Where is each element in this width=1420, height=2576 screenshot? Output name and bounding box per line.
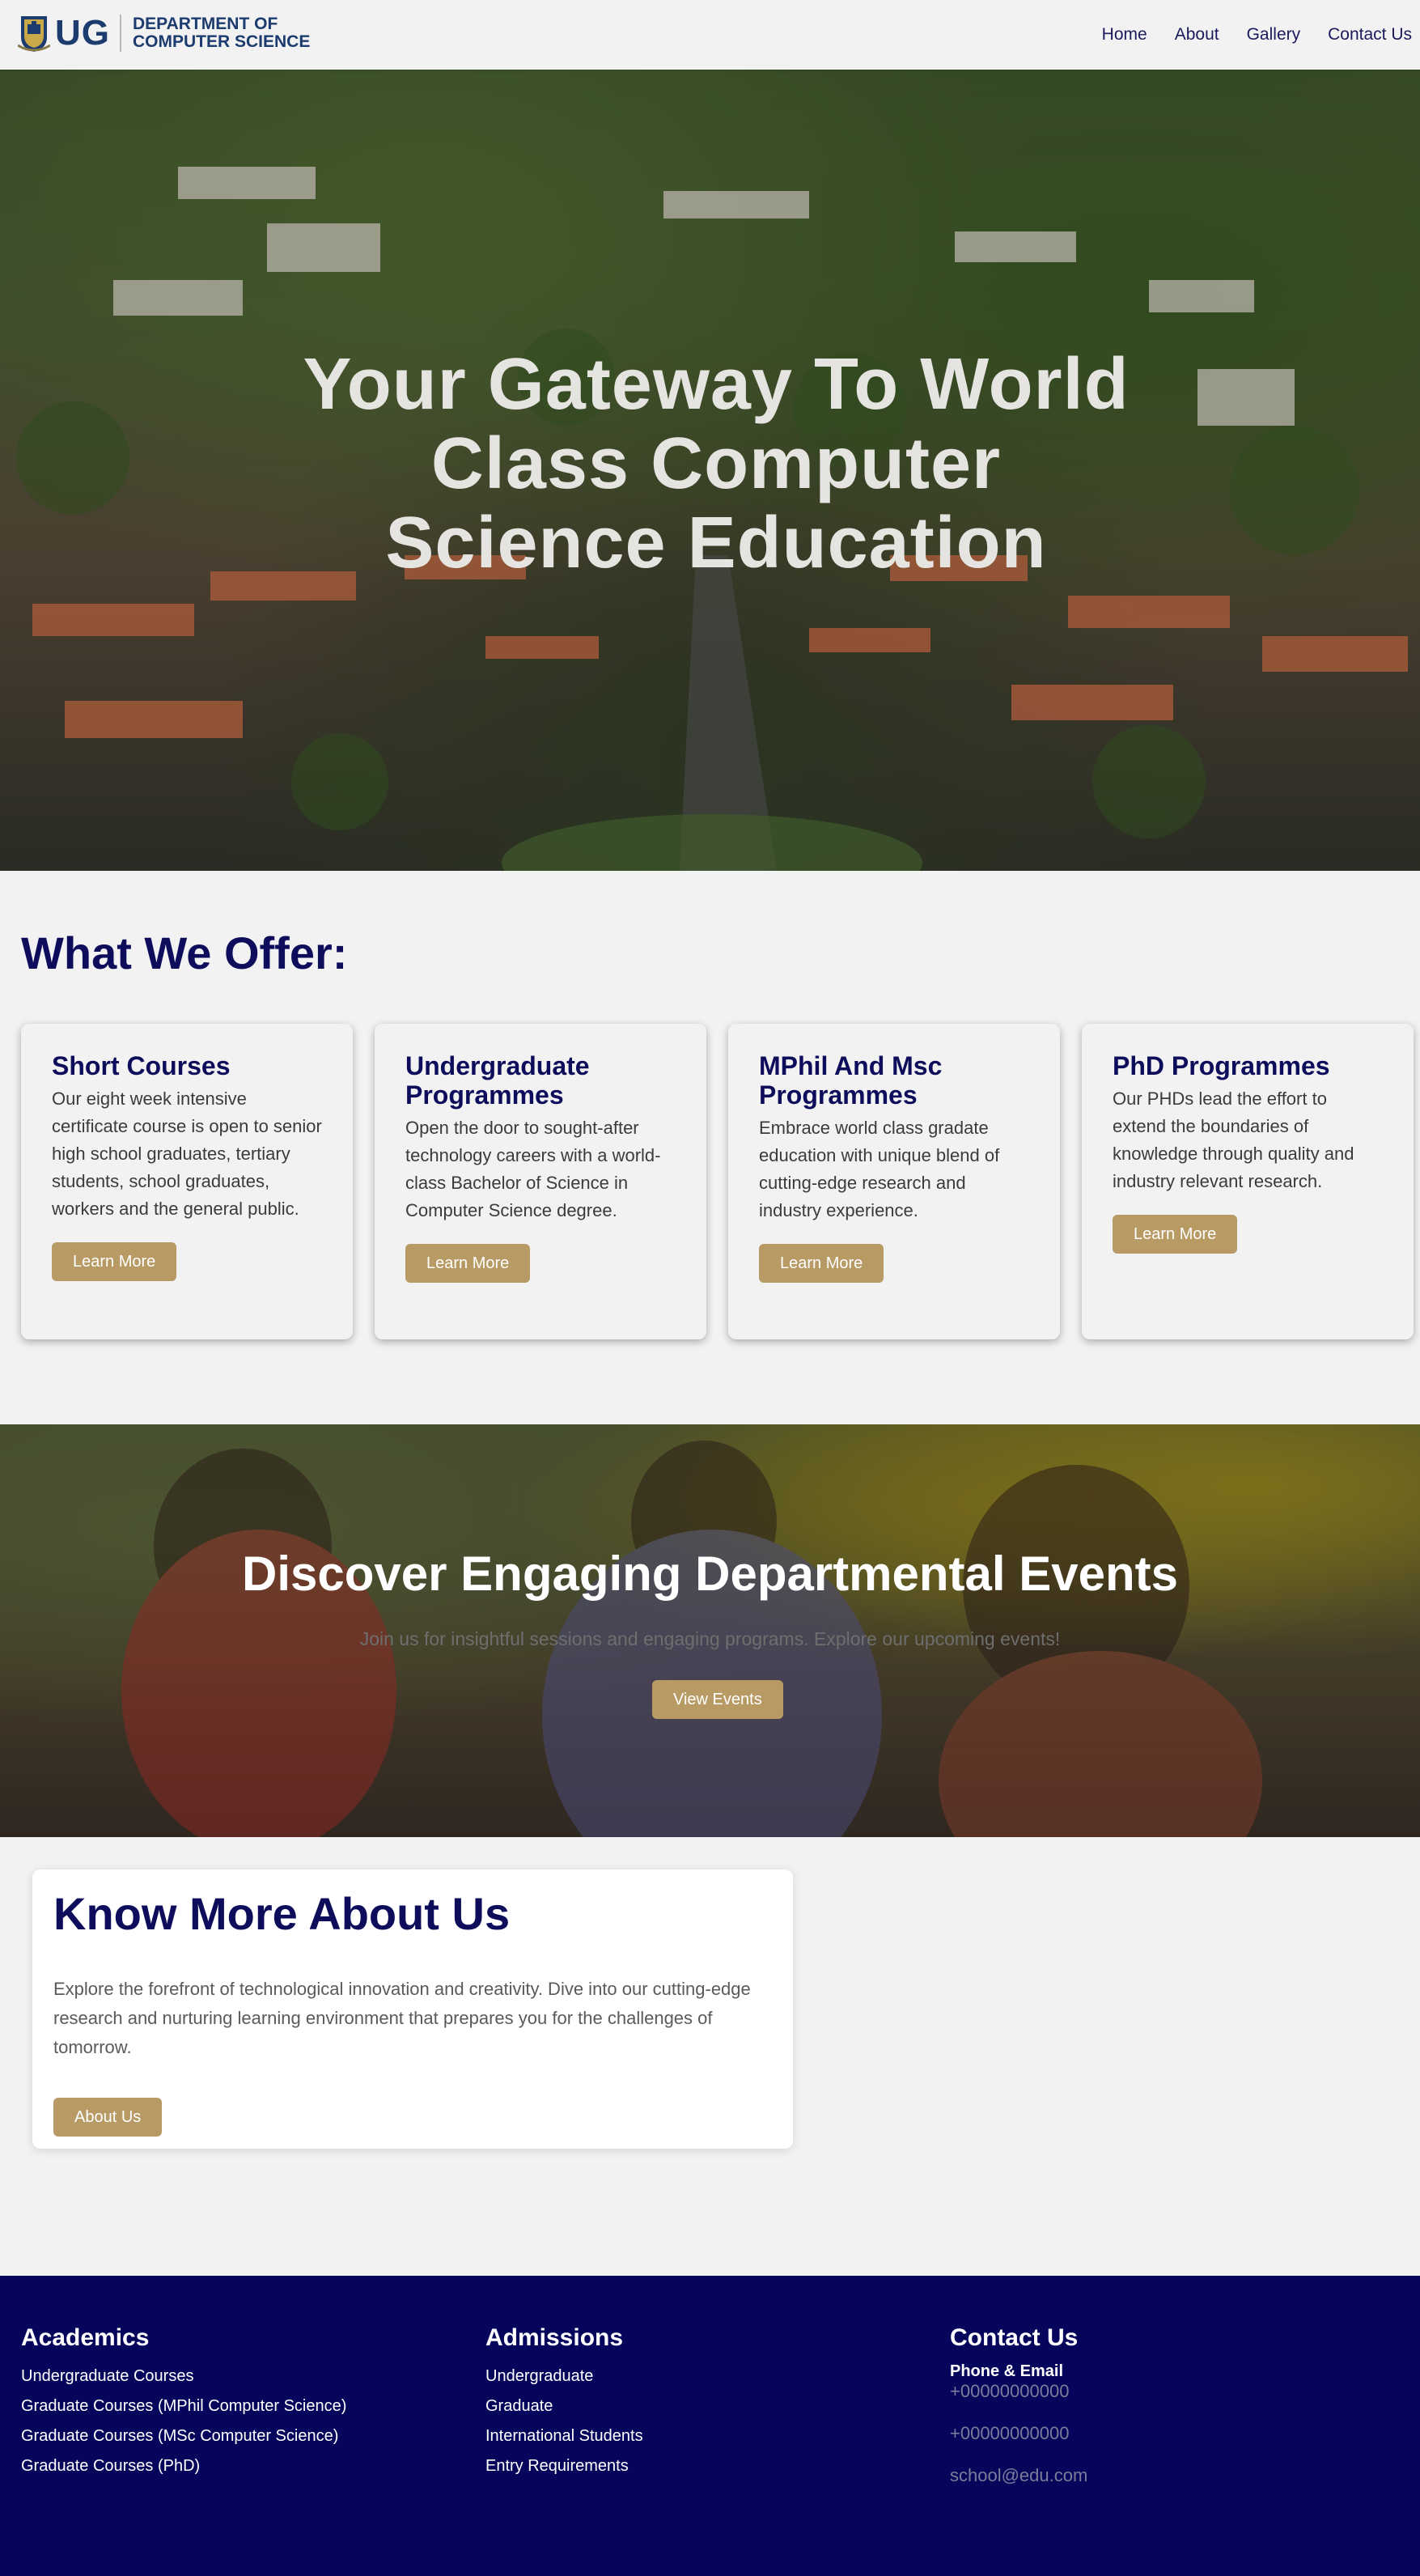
offer-card-undergraduate: Undergraduate Programmes Open the door t… [375, 1024, 706, 1339]
footer-link[interactable]: Undergraduate [485, 2362, 643, 2391]
learn-more-button[interactable]: Learn More [405, 1244, 531, 1283]
about-us-button[interactable]: About Us [53, 2098, 163, 2137]
about-description: Explore the forefront of technological i… [53, 1979, 751, 2057]
events-banner: Discover Engaging Departmental Events Jo… [0, 1424, 1420, 1837]
footer-academics-title: Academics [21, 2324, 150, 2351]
card-description: Open the door to sought-after technology… [405, 1118, 661, 1220]
contact-phone-1[interactable]: +00000000000 [950, 2381, 1087, 2402]
card-title: Short Courses [52, 1051, 231, 1080]
logo-divider [120, 15, 121, 52]
hero-banner: Your Gateway To World Class Computer Sci… [0, 70, 1420, 871]
learn-more-button[interactable]: Learn More [759, 1244, 884, 1283]
main-nav: Home About Gallery Contact Us [1102, 23, 1420, 47]
nav-about[interactable]: About [1175, 23, 1219, 47]
events-subtitle: Join us for insightful sessions and enga… [359, 1628, 1061, 1649]
nav-contact-us[interactable]: Contact Us [1328, 23, 1412, 47]
card-description: Embrace world class gradate education wi… [759, 1118, 1000, 1220]
card-title: MPhil And Msc Programmes [759, 1051, 943, 1110]
university-crest-icon [18, 16, 50, 52]
card-title: PhD Programmes [1113, 1051, 1330, 1080]
nav-gallery[interactable]: Gallery [1247, 23, 1301, 47]
footer-link[interactable]: Graduate Courses (MPhil Computer Science… [21, 2391, 346, 2421]
view-events-button[interactable]: View Events [652, 1680, 783, 1719]
offer-section-title: What We Offer: [21, 927, 348, 978]
card-title: Undergraduate Programmes [405, 1051, 590, 1110]
footer-link[interactable]: International Students [485, 2421, 643, 2451]
footer-contact: Contact Us Phone & Email +00000000000 +0… [950, 2324, 1087, 2507]
footer-academics: Academics Undergraduate Courses Graduate… [21, 2324, 346, 2481]
logo-line-2: COMPUTER SCIENCE [133, 32, 311, 51]
footer-link[interactable]: Graduate [485, 2391, 643, 2421]
hero-title: Your Gateway To World Class Computer Sci… [303, 344, 1130, 584]
card-description: Our eight week intensive certificate cou… [52, 1089, 322, 1219]
site-footer: Academics Undergraduate Courses Graduate… [0, 2276, 1420, 2576]
contact-label: Phone & Email [950, 2362, 1064, 2380]
about-card: Know More About Us Explore the forefront… [32, 1869, 793, 2149]
offer-card-phd: PhD Programmes Our PHDs lead the effort … [1082, 1024, 1414, 1339]
nav-home[interactable]: Home [1102, 23, 1147, 47]
logo-ug-text: UG [55, 13, 110, 53]
footer-link[interactable]: Graduate Courses (PhD) [21, 2451, 346, 2481]
offer-cards: Short Courses Our eight week intensive c… [21, 1024, 1414, 1339]
site-header: UG DEPARTMENT OF COMPUTER SCIENCE Home A… [0, 0, 1420, 70]
footer-admissions-title: Admissions [485, 2324, 624, 2351]
learn-more-button[interactable]: Learn More [52, 1242, 177, 1281]
footer-admissions: Admissions Undergraduate Graduate Intern… [485, 2324, 643, 2481]
learn-more-button[interactable]: Learn More [1113, 1215, 1238, 1254]
contact-email[interactable]: school@edu.com [950, 2465, 1087, 2486]
about-title: Know More About Us [53, 1888, 511, 1939]
footer-link[interactable]: Undergraduate Courses [21, 2362, 346, 2391]
card-description: Our PHDs lead the effort to extend the b… [1113, 1089, 1354, 1191]
contact-phone-2[interactable]: +00000000000 [950, 2423, 1087, 2444]
offer-card-mphil-msc: MPhil And Msc Programmes Embrace world c… [728, 1024, 1060, 1339]
site-logo[interactable]: UG DEPARTMENT OF COMPUTER SCIENCE [18, 13, 310, 53]
footer-link[interactable]: Entry Requirements [485, 2451, 643, 2481]
logo-department-name: DEPARTMENT OF COMPUTER SCIENCE [133, 15, 310, 51]
offer-card-short-courses: Short Courses Our eight week intensive c… [21, 1024, 353, 1339]
logo-line-1: DEPARTMENT OF [133, 15, 278, 33]
footer-contact-title: Contact Us [950, 2324, 1079, 2351]
events-title: Discover Engaging Departmental Events [242, 1547, 1178, 1601]
footer-link[interactable]: Graduate Courses (MSc Computer Science) [21, 2421, 346, 2451]
